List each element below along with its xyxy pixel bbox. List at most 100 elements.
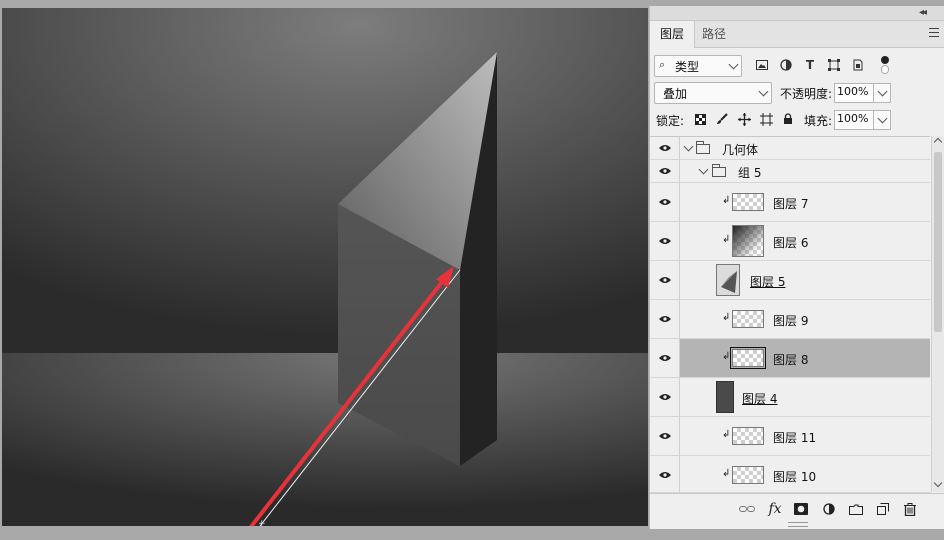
clipping-mask-icon: ↲ (722, 195, 731, 206)
layer-name: 图层 11 (773, 431, 817, 445)
eye-icon[interactable] (659, 471, 671, 479)
visibility-toggle[interactable] (650, 417, 680, 455)
eye-icon[interactable] (659, 393, 671, 401)
eye-icon[interactable] (659, 167, 671, 175)
lock-image-pixels-icon[interactable] (714, 111, 730, 127)
opacity-dropdown[interactable] (873, 83, 891, 103)
new-layer-icon[interactable] (874, 500, 892, 518)
filter-kind-select[interactable]: ⌕ 类型 (654, 55, 742, 77)
chevron-down-icon[interactable] (698, 164, 709, 175)
clipping-mask-icon: ↲ (722, 429, 731, 440)
blend-mode-value: 叠加 (663, 87, 688, 101)
folder-icon (696, 141, 710, 154)
new-adjustment-layer-icon[interactable] (820, 500, 838, 518)
layer-thumbnail (732, 193, 764, 211)
layers-bottom-toolbar: fx (650, 493, 944, 529)
layer-row[interactable]: 图层 4 (650, 378, 930, 417)
layer-row[interactable]: 图层 5 (650, 261, 930, 300)
layer-name: 图层 9 (773, 314, 809, 328)
fill-dropdown[interactable] (873, 110, 891, 130)
background-floor (2, 353, 648, 526)
layer-thumbnail (730, 347, 766, 369)
lock-label: 锁定: (656, 114, 685, 128)
lock-position-icon[interactable] (736, 111, 752, 127)
search-icon: ⌕ (659, 58, 666, 71)
visibility-toggle[interactable] (650, 137, 680, 159)
layer-name: 图层 4 (742, 392, 778, 406)
lock-artboard-icon[interactable] (758, 111, 774, 127)
layer-name: 几何体 (722, 143, 759, 157)
delete-layer-icon[interactable] (901, 500, 919, 518)
anchor-point-marker: + (258, 519, 266, 526)
visibility-toggle[interactable] (650, 456, 680, 492)
visibility-toggle[interactable] (650, 339, 680, 377)
layer-name: 图层 10 (773, 470, 817, 484)
layers-panel: ◂◂ 图层 路径 ⌕ 类型 T 叠加 不透明度: 100% 锁定: 填充: 10… (649, 6, 944, 529)
layer-filter-row: ⌕ 类型 T (650, 54, 944, 78)
panel-tab-bar: 图层 路径 (650, 21, 944, 48)
eye-icon[interactable] (659, 144, 671, 152)
visibility-toggle[interactable] (650, 222, 680, 260)
visibility-toggle[interactable] (650, 160, 680, 182)
lock-transparent-pixels-icon[interactable] (692, 111, 708, 127)
chevron-down-icon (728, 59, 739, 70)
collapse-panel-icon[interactable]: ◂◂ (919, 6, 927, 20)
eye-icon[interactable] (659, 432, 671, 440)
visibility-toggle[interactable] (650, 300, 680, 338)
layer-row-group-5[interactable]: 组 5 (650, 160, 930, 183)
chevron-down-icon (758, 86, 769, 97)
tab-layers[interactable]: 图层 (650, 21, 696, 48)
opacity-value: 100% (837, 85, 869, 98)
eye-icon[interactable] (659, 315, 671, 323)
eye-icon[interactable] (659, 198, 671, 206)
filter-toggle-icon[interactable] (880, 56, 890, 74)
layer-row[interactable]: ↲ 图层 10 (650, 456, 930, 493)
layer-row-group-geometry[interactable]: 几何体 (650, 137, 930, 160)
panel-collapse-bar[interactable]: ◂◂ (650, 6, 944, 21)
layer-name: 组 5 (738, 166, 762, 180)
blend-row: 叠加 不透明度: 100% (650, 81, 944, 105)
layers-scrollbar[interactable] (931, 136, 944, 492)
fill-input[interactable]: 100% (834, 110, 874, 130)
layer-row[interactable]: ↲ 图层 7 (650, 183, 930, 222)
hamburger-icon[interactable] (929, 28, 939, 37)
layer-row-selected[interactable]: ↲ 图层 8 (650, 339, 930, 378)
layer-style-icon[interactable]: fx (766, 500, 784, 518)
eye-icon[interactable] (659, 354, 671, 362)
type-filter-icon[interactable]: T (802, 57, 818, 73)
add-mask-icon[interactable] (792, 500, 810, 518)
eye-icon[interactable] (659, 237, 671, 245)
visibility-toggle[interactable] (650, 378, 680, 416)
clipping-mask-icon: ↲ (722, 468, 731, 479)
scroll-down-icon[interactable] (933, 478, 943, 488)
scroll-up-icon[interactable] (933, 137, 943, 147)
eye-icon[interactable] (659, 276, 671, 284)
tab-paths[interactable]: 路径 (692, 21, 736, 47)
layer-thumbnail (732, 225, 764, 257)
layer-thumbnail (716, 264, 740, 296)
clipping-mask-icon: ↲ (722, 312, 731, 323)
layer-row[interactable]: ↲ 图层 11 (650, 417, 930, 456)
resize-grip[interactable] (788, 522, 808, 527)
chevron-down-icon (877, 86, 888, 97)
layer-row[interactable]: ↲ 图层 9 (650, 300, 930, 339)
lock-row: 锁定: 填充: 100% (650, 108, 944, 132)
adjustment-filter-icon[interactable] (778, 57, 794, 73)
shape-filter-icon[interactable] (826, 57, 842, 73)
visibility-toggle[interactable] (650, 183, 680, 221)
chevron-down-icon[interactable] (683, 141, 694, 152)
visibility-toggle[interactable] (650, 261, 680, 299)
background-wall (2, 8, 648, 353)
blend-mode-select[interactable]: 叠加 (654, 82, 772, 104)
document-canvas[interactable]: + (2, 8, 648, 526)
smart-object-filter-icon[interactable] (850, 57, 866, 73)
opacity-input[interactable]: 100% (834, 83, 874, 103)
layer-row[interactable]: ↲ 图层 6 (650, 222, 930, 261)
new-group-icon[interactable] (847, 500, 865, 518)
lock-all-icon[interactable] (780, 111, 796, 127)
scroll-thumb[interactable] (934, 152, 942, 332)
chevron-down-icon (877, 113, 888, 124)
filter-kind-label: 类型 (675, 60, 700, 74)
link-layers-icon[interactable] (738, 500, 756, 518)
image-filter-icon[interactable] (754, 57, 770, 73)
